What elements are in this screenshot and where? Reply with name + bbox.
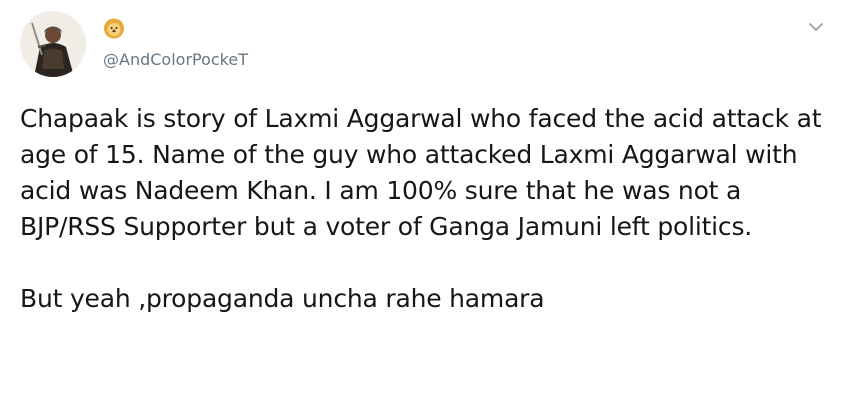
avatar[interactable] [20,11,86,77]
avatar-image [20,11,86,77]
user-handle[interactable]: @AndColorPockeT [103,50,248,70]
tweet-paragraph: But yeah ,propaganda uncha rahe hamara [20,284,545,313]
tweet-paragraph: Chapaak is story of Laxmi Aggarwal who f… [20,104,830,241]
chevron-down-icon[interactable] [805,19,827,35]
lion-face-icon [104,18,124,39]
tweet-card: @AndColorPockeT Chapaak is story of Laxm… [0,0,850,418]
tweet-text: Chapaak is story of Laxmi Aggarwal who f… [20,101,835,317]
